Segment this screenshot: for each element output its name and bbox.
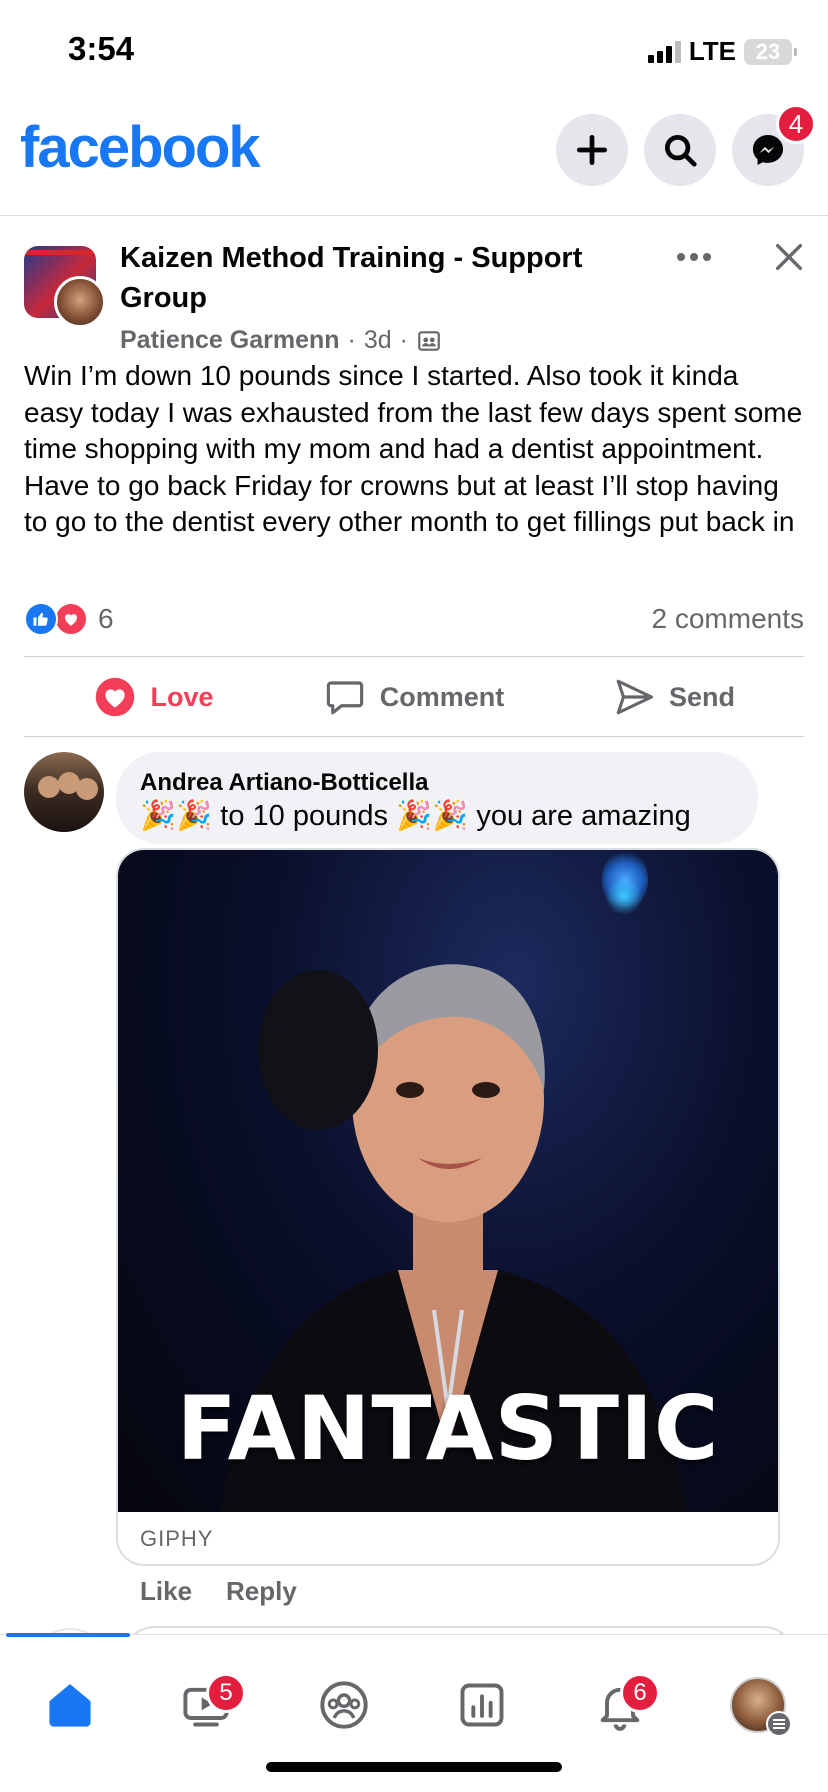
status-indicators: LTE 23 (647, 36, 797, 67)
comments-count[interactable]: 2 comments (652, 603, 805, 635)
comment-label: Comment (379, 681, 505, 712)
plus-icon (576, 134, 608, 166)
love-button[interactable]: Love (24, 658, 284, 736)
nav-notifications[interactable]: 6 (580, 1665, 660, 1745)
send-label: Send (668, 681, 735, 712)
app-header: facebook 4 (0, 100, 828, 216)
status-bar: 3:54 LTE 23 (0, 0, 828, 100)
status-time: 3:54 (68, 30, 135, 67)
nav-feeds[interactable] (442, 1665, 522, 1745)
feeds-icon (460, 1683, 504, 1727)
party-emoji: 🎉🎉 (140, 800, 213, 832)
love-label: Love (150, 681, 214, 712)
battery-level: 23 (755, 38, 781, 64)
commenter-avatar[interactable] (24, 752, 104, 832)
comment-bubble[interactable]: Andrea Artiano-Botticella 🎉🎉 to 10 pound… (116, 752, 758, 844)
search-button[interactable] (644, 114, 716, 186)
profile-avatar (730, 1677, 792, 1737)
network-label: LTE (688, 36, 736, 66)
reaction-count: 6 (98, 603, 114, 634)
group-avatar-banner (24, 250, 96, 255)
comment-like-button[interactable]: Like (140, 1576, 192, 1607)
post-options-button[interactable] (664, 232, 724, 282)
nav-groups[interactable] (304, 1665, 384, 1745)
gif-attachment[interactable]: FANTASTIC GIPHY (116, 848, 780, 1566)
battery-icon: 23 (744, 38, 797, 65)
create-button[interactable] (556, 114, 628, 186)
more-icon (677, 253, 711, 261)
group-members-icon (416, 328, 442, 354)
comment-button[interactable]: Comment (284, 658, 544, 736)
search-icon (664, 134, 697, 167)
like-reaction-icon (24, 602, 58, 636)
menu-icon (766, 1711, 792, 1737)
love-reaction-icon (54, 602, 88, 636)
comment-text-part1: to 10 pounds (212, 800, 397, 832)
divider (24, 656, 804, 657)
nav-profile-menu[interactable] (718, 1665, 798, 1745)
comment-reply-button[interactable]: Reply (226, 1576, 297, 1607)
group-name[interactable]: Kaizen Method Training - Support Group (120, 238, 630, 318)
active-tab-indicator (6, 1633, 130, 1637)
party-emoji: 🎉🎉 (396, 800, 469, 832)
comment-text: 🎉🎉 to 10 pounds 🎉🎉 you are amazing (140, 798, 734, 834)
post-text: Win I’m down 10 pounds since I started. … (24, 360, 803, 537)
comment-author[interactable]: Andrea Artiano-Botticella (140, 768, 734, 798)
nav-watch[interactable]: 5 (166, 1665, 246, 1745)
groups-icon (320, 1681, 368, 1729)
gif-caption: FANTASTIC (176, 1377, 720, 1480)
meta-separator: · (347, 326, 356, 354)
post-header: Kaizen Method Training - Support Group P… (24, 232, 804, 362)
hide-post-button[interactable] (764, 232, 814, 282)
signal-icon (647, 40, 681, 63)
gif-source-label: GIPHY (140, 1526, 214, 1551)
close-icon (775, 243, 803, 271)
reactions-summary[interactable]: 6 2 comments (24, 598, 804, 640)
comment-icon (326, 681, 363, 715)
post-time[interactable]: 3d (364, 326, 392, 355)
nav-home[interactable] (30, 1665, 110, 1745)
comment-text-part2: you are amazing (468, 800, 691, 832)
divider (24, 736, 804, 737)
post-action-bar: Love Comment Send (24, 658, 804, 736)
watch-badge: 5 (206, 1673, 246, 1713)
send-icon (616, 679, 654, 715)
messenger-button[interactable]: 4 (732, 104, 816, 186)
home-indicator[interactable] (266, 1762, 562, 1772)
facebook-logo[interactable]: facebook (20, 114, 261, 181)
meta-separator: · (399, 326, 408, 354)
love-icon (96, 677, 135, 717)
post-author[interactable]: Patience Garmenn (120, 326, 340, 355)
send-button[interactable]: Send (544, 658, 804, 736)
home-icon (49, 1684, 91, 1727)
author-avatar[interactable] (54, 276, 106, 328)
comment-actions: Like Reply (140, 1576, 297, 1607)
post-meta: Patience Garmenn · 3d · (120, 326, 442, 355)
messenger-badge: 4 (776, 104, 816, 144)
notifications-badge: 6 (620, 1673, 660, 1713)
gif-image: FANTASTIC (118, 850, 778, 1512)
